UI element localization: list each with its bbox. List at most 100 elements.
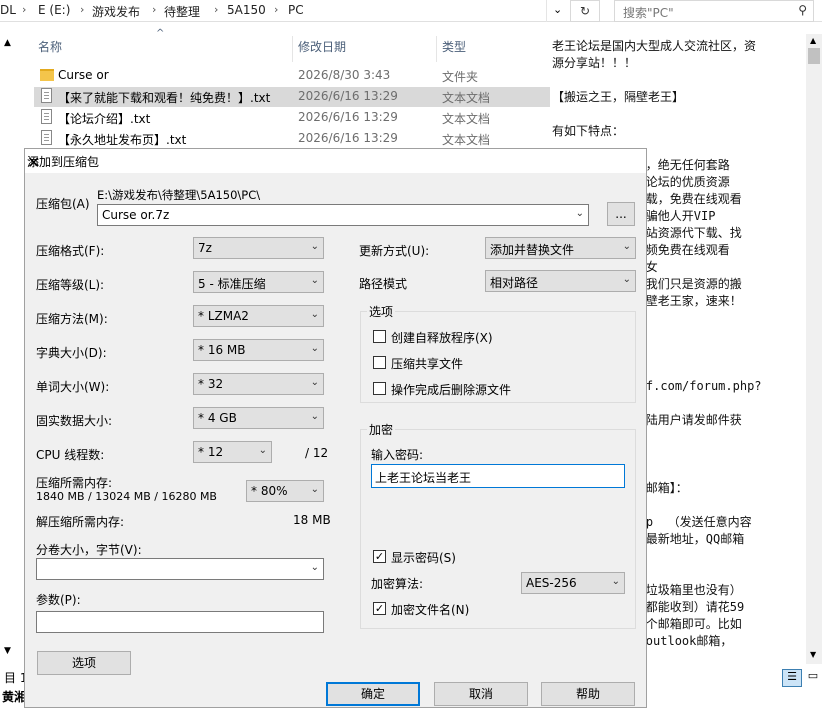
options-button[interactable]: 选项 <box>37 651 131 675</box>
archive-name-combo[interactable]: Curse or.7z ⌄ <box>97 204 589 226</box>
help-button[interactable]: 帮助 <box>541 682 635 706</box>
chevron-right-icon: › <box>274 3 279 16</box>
params-input[interactable] <box>36 611 324 633</box>
close-icon[interactable]: ✕ <box>27 153 640 172</box>
breadcrumb-item[interactable]: PC <box>288 3 304 17</box>
column-divider[interactable] <box>436 36 437 62</box>
ok-button[interactable]: 确定 <box>326 682 420 706</box>
file-row[interactable]: 【永久地址发布页】.txt 2026/6/16 13:29 文本文档 <box>34 129 550 149</box>
memory-percent-value: * 80% <box>251 484 288 498</box>
sort-up-icon: ^ <box>156 28 165 39</box>
threads-label: CPU 线程数: <box>36 448 105 462</box>
file-type: 文本文档 <box>442 112 491 126</box>
browse-button[interactable]: ... <box>607 202 635 226</box>
refresh-button[interactable]: ↻ <box>570 0 600 22</box>
column-date[interactable]: 修改日期 <box>298 38 346 55</box>
large-icons-view-button[interactable]: ▭ <box>804 669 822 687</box>
breadcrumb-item[interactable]: E (E:) <box>38 3 70 17</box>
decompress-memory-label: 解压缩所需内存: <box>36 515 125 529</box>
sfx-checkbox[interactable] <box>373 330 386 343</box>
memory-label: 压缩所需内存: <box>36 476 113 490</box>
large-icons-view-icon: ▭ <box>807 669 819 682</box>
sfx-label: 创建自释放程序(X) <box>391 331 493 345</box>
chevron-right-icon: › <box>80 3 85 16</box>
breadcrumb-item[interactable]: 待整理 <box>164 3 200 20</box>
file-row[interactable]: 【来了就能下载和观看！纯免费！】.txt 2026/6/16 13:29 文本文… <box>34 87 550 107</box>
preview-line: 【搬运之王，隔壁老王】 <box>552 90 685 104</box>
scroll-down-icon[interactable]: ▼ <box>810 650 816 659</box>
show-password-label: 显示密码(S) <box>391 551 456 565</box>
memory-percent-select[interactable]: * 80% ⌄ <box>246 480 324 502</box>
encrypt-names-checkbox[interactable]: ✓ <box>373 602 386 615</box>
preview-scrollbar[interactable]: ▲ ▼ <box>806 34 822 664</box>
path-mode-value: 相对路径 <box>490 276 539 290</box>
breadcrumb-item[interactable]: 游戏发布 <box>92 3 140 20</box>
show-password-checkbox[interactable]: ✓ <box>373 550 386 563</box>
scroll-up-icon[interactable]: ▲ <box>4 38 11 48</box>
encryption-method-select[interactable]: AES-256 ⌄ <box>521 572 625 594</box>
method-select[interactable]: * LZMA2 ⌄ <box>193 305 324 327</box>
file-row[interactable]: 【论坛介绍】.txt 2026/6/16 13:29 文本文档 <box>34 108 550 128</box>
details-view-button[interactable]: ☰ <box>782 669 802 687</box>
dict-select[interactable]: * 16 MB ⌄ <box>193 339 324 361</box>
solid-value: * 4 GB <box>198 411 237 425</box>
preview-line: 有如下特点： <box>552 124 625 138</box>
options-group-label: 选项 <box>367 303 396 320</box>
word-select[interactable]: * 32 ⌄ <box>193 373 324 395</box>
file-date: 2026/6/16 13:29 <box>298 131 398 145</box>
column-name[interactable]: 名称 <box>38 38 62 55</box>
password-input[interactable]: 上老王论坛当老王 <box>371 464 625 488</box>
file-row[interactable]: Curse or 2026/8/30 3:43 文件夹 <box>34 66 550 86</box>
encryption-method-label: 加密算法: <box>371 577 424 591</box>
column-type[interactable]: 类型 <box>442 38 466 55</box>
scroll-up-icon[interactable]: ▲ <box>810 36 816 45</box>
level-value: 5 - 标准压缩 <box>198 277 266 291</box>
update-mode-label: 更新方式(U): <box>359 244 430 258</box>
nav-pane-scrollbar[interactable]: ▲ ▼ <box>0 34 18 664</box>
breadcrumb-item[interactable]: DL <box>0 3 16 17</box>
threads-select[interactable]: * 12 ⌄ <box>193 441 272 463</box>
chevron-down-icon[interactable]: ⌄ <box>311 562 319 573</box>
format-label: 压缩格式(F): <box>36 244 105 258</box>
archive-label: 压缩包(A) <box>36 197 90 211</box>
text-file-icon <box>41 88 52 103</box>
archive-path: E:\游戏发布\待整理\5A150\PC\ <box>97 188 261 202</box>
params-label: 参数(P): <box>36 593 81 607</box>
encryption-method-value: AES-256 <box>526 576 577 590</box>
shared-files-checkbox[interactable] <box>373 356 386 369</box>
status-text: 黄湘 <box>2 690 27 704</box>
decompress-memory-value: 18 MB <box>293 513 331 527</box>
search-input[interactable]: 搜索"PC" ⚲ <box>614 0 814 22</box>
delete-after-checkbox[interactable] <box>373 382 386 395</box>
chevron-down-icon: ⌄ <box>553 3 563 16</box>
format-select[interactable]: 7z ⌄ <box>193 237 324 259</box>
word-label: 单词大小(W): <box>36 380 110 394</box>
column-divider[interactable] <box>292 36 293 62</box>
method-label: 压缩方法(M): <box>36 312 108 326</box>
solid-select[interactable]: * 4 GB ⌄ <box>193 407 324 429</box>
cancel-button[interactable]: 取消 <box>434 682 528 706</box>
address-dropdown-button[interactable]: ⌄ <box>546 0 570 22</box>
split-size-combo[interactable]: ⌄ <box>36 558 324 580</box>
preview-line: 老王论坛是国内大型成人交流社区，资 <box>552 39 757 53</box>
dialog-title-bar[interactable]: 添加到压缩包 ✕ <box>25 149 646 173</box>
chevron-down-icon[interactable]: ⌄ <box>576 208 584 219</box>
refresh-icon: ↻ <box>579 4 591 18</box>
password-label: 输入密码: <box>371 448 424 462</box>
scroll-down-icon[interactable]: ▼ <box>4 646 11 656</box>
chevron-down-icon: ⌄ <box>310 275 319 286</box>
level-select[interactable]: 5 - 标准压缩 ⌄ <box>193 271 324 293</box>
memory-value: 1840 MB / 13024 MB / 16280 MB <box>36 490 217 503</box>
breadcrumb-item[interactable]: 5A150 <box>227 3 266 17</box>
threads-total: / 12 <box>305 446 329 460</box>
archive-name-value: Curse or.7z <box>102 208 170 222</box>
update-mode-select[interactable]: 添加并替换文件 ⌄ <box>485 237 636 259</box>
preview-line <box>552 72 800 89</box>
scrollbar-thumb[interactable] <box>808 48 820 64</box>
file-name: 【永久地址发布页】.txt <box>58 133 187 147</box>
preview-line <box>552 106 800 123</box>
chevron-down-icon: ⌄ <box>258 445 267 456</box>
path-mode-select[interactable]: 相对路径 ⌄ <box>485 270 636 292</box>
chevron-down-icon: ⌄ <box>310 377 319 388</box>
delete-after-label: 操作完成后删除源文件 <box>391 383 512 397</box>
